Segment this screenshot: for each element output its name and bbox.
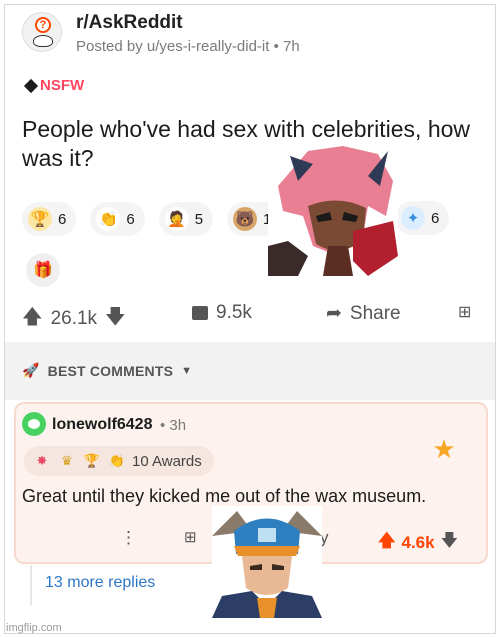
star-award-icon[interactable]: ★ <box>428 433 460 465</box>
comment-time: • 3h <box>160 417 187 434</box>
gold-crown-icon: ♛ <box>61 453 73 468</box>
gift-icon: ⊞ <box>458 304 472 321</box>
vertical-dots-icon: ⋮ <box>120 528 137 547</box>
facepalm-icon: 🤦 <box>164 207 189 231</box>
comment-count: 9.5k <box>216 302 252 323</box>
more-options-button[interactable]: ⋮ <box>120 528 137 548</box>
post-title[interactable]: People who've had sex with celebrities, … <box>22 115 472 173</box>
award-count: 6 <box>58 210 67 228</box>
rocket-icon: 🚀 <box>22 362 40 378</box>
gift-icon: ⊞ <box>184 529 197 546</box>
gift-award-button[interactable]: 🎁 <box>26 253 60 287</box>
anime-character-sticker <box>268 146 398 276</box>
award-count: 5 <box>194 210 204 228</box>
award-facepalm[interactable]: 🤦 5 <box>158 202 214 236</box>
share-button[interactable]: ➦ Share <box>326 302 401 325</box>
comment-username[interactable]: lonewolf6428 <box>52 416 152 434</box>
award-count: 6 <box>431 209 440 227</box>
gold-trophy-icon: 🏆 <box>28 207 52 231</box>
comment-vote-group: 🡅 4.6k 🡇 <box>378 528 458 557</box>
gift-button[interactable]: ⊞ <box>458 302 471 322</box>
nsfw-label: NSFW <box>40 77 85 94</box>
award-clapping-hands[interactable]: 👏 6 <box>90 202 145 236</box>
post-awards: 🏆 6 👏 6 🤦 5 🐻 1 <box>22 201 282 237</box>
nsfw-diamond-icon <box>23 78 39 93</box>
downvote-arrow-icon[interactable]: 🡇 <box>105 302 126 336</box>
award-gold-trophy[interactable]: 🏆 6 <box>22 202 77 236</box>
trophy-icon: 🏆 <box>83 453 101 468</box>
blue-burst-icon: ✦ <box>401 206 425 230</box>
award-count: 6 <box>126 210 135 228</box>
comments-button[interactable]: 9.5k <box>192 302 252 324</box>
nsfw-tag: NSFW <box>23 77 85 94</box>
share-label: Share <box>349 302 401 324</box>
comment-gift-button[interactable]: ⊞ <box>184 528 197 546</box>
gift-icon: 🎁 <box>33 262 53 279</box>
more-replies-link[interactable]: 13 more replies <box>45 574 155 592</box>
bear-icon: 🐻 <box>233 207 258 231</box>
post-action-bar: 🡅 26.1k 🡇 9.5k ➦ Share ⊞ <box>22 302 482 332</box>
anime-character-sticker <box>212 506 322 618</box>
post-header: ? r/AskReddit Posted by u/yes-i-really-d… <box>22 12 322 60</box>
clapping-icon: 👏 <box>108 453 126 468</box>
upvote-arrow-icon[interactable]: 🡅 <box>22 302 43 336</box>
comment-score: 4.6k <box>401 532 435 552</box>
awards-count-label: 10 Awards <box>132 452 202 470</box>
sort-comments-button[interactable]: 🚀 BEST COMMENTS ▼ <box>22 362 192 379</box>
subreddit-name[interactable]: r/AskReddit <box>76 12 183 34</box>
vote-group: 🡅 26.1k 🡇 <box>22 302 126 336</box>
comment-body: Great until they kicked me out of the wa… <box>22 486 427 506</box>
comment-bubble-icon <box>192 306 208 320</box>
clapping-hands-icon: 👏 <box>96 207 121 231</box>
starburst-icon: ✸ <box>36 453 48 468</box>
sort-label: BEST COMMENTS <box>47 362 174 379</box>
award-blue-burst[interactable]: ✦ 6 <box>395 201 450 235</box>
comment-awards[interactable]: ✸ ♛ 🏆 👏 10 Awards <box>24 446 214 476</box>
snoo-face-icon <box>33 35 53 47</box>
share-arrow-icon: ➦ <box>326 303 342 324</box>
chevron-down-icon: ▼ <box>181 364 193 377</box>
commenter-avatar[interactable] <box>22 412 46 436</box>
subreddit-avatar[interactable]: ? <box>22 12 62 52</box>
thread-line <box>30 565 32 605</box>
posted-by[interactable]: Posted by u/yes-i-really-did-it • 7h <box>76 38 300 55</box>
watermark: imgflip.com <box>6 622 62 634</box>
post-score: 26.1k <box>50 308 98 329</box>
question-mark-icon: ? <box>35 17 51 33</box>
upvote-arrow-icon[interactable]: 🡅 <box>378 528 395 557</box>
downvote-arrow-icon[interactable]: 🡇 <box>441 528 458 557</box>
